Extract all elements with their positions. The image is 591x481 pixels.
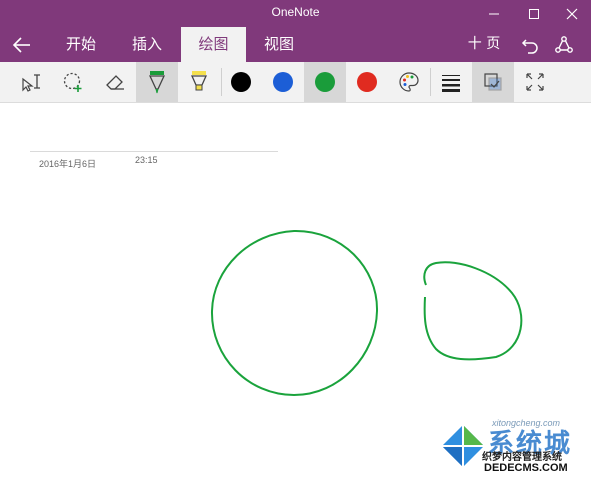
undo-icon[interactable] bbox=[519, 34, 541, 56]
green-color-swatch bbox=[315, 72, 335, 92]
blue-color-swatch bbox=[273, 72, 293, 92]
green-pen-icon bbox=[148, 71, 166, 94]
palette-icon bbox=[399, 72, 419, 92]
eraser-button[interactable] bbox=[94, 62, 136, 102]
maximize-button[interactable] bbox=[515, 0, 553, 27]
ink-blob-stroke[interactable] bbox=[423, 261, 523, 361]
back-arrow-icon[interactable] bbox=[11, 34, 33, 56]
line-thickness-button[interactable] bbox=[430, 62, 472, 102]
add-page-button[interactable]: 十 页 bbox=[462, 27, 506, 62]
ribbon-tab-bar: 开始 插入 绘图 视图 十 页 bbox=[0, 27, 591, 62]
fullscreen-button[interactable] bbox=[514, 62, 556, 102]
tab-draw[interactable]: 绘图 bbox=[181, 27, 246, 62]
close-button[interactable] bbox=[553, 0, 591, 27]
type-select-button[interactable] bbox=[10, 62, 52, 102]
sync-icon[interactable] bbox=[553, 34, 575, 56]
maximize-icon bbox=[529, 8, 539, 19]
minimize-icon bbox=[489, 13, 499, 14]
onenote-window: OneNote 开始 插入 绘图 视图 十 页 2016年1月6日 23:15 … bbox=[0, 0, 591, 481]
watermark: xitongcheng.com 系统城 织梦内容管理系统 DEDECMS.COM bbox=[438, 418, 588, 479]
color-green-button[interactable] bbox=[304, 62, 346, 102]
watermark-line1: 织梦内容管理系统 bbox=[482, 452, 562, 463]
color-red-button[interactable] bbox=[346, 62, 388, 102]
color-black-button[interactable] bbox=[220, 62, 262, 102]
color-blue-button[interactable] bbox=[262, 62, 304, 102]
draw-toolbar bbox=[0, 62, 591, 103]
highlighter-button[interactable] bbox=[178, 62, 220, 102]
note-canvas[interactable]: 2016年1月6日 23:15 xitongcheng.com 系统城 织梦内容… bbox=[0, 103, 591, 481]
ink-to-shape-icon bbox=[484, 73, 502, 91]
watermark-line2: DEDECMS.COM bbox=[484, 462, 568, 474]
ink-circle-stroke[interactable] bbox=[210, 229, 379, 397]
tab-view[interactable]: 视图 bbox=[250, 27, 308, 62]
fullscreen-icon bbox=[526, 73, 544, 91]
highlighter-icon bbox=[190, 71, 208, 91]
eraser-icon bbox=[106, 75, 124, 90]
black-color-swatch bbox=[231, 72, 251, 92]
red-color-swatch bbox=[357, 72, 377, 92]
ink-to-shape-button[interactable] bbox=[472, 62, 514, 102]
green-pen-button[interactable] bbox=[136, 62, 178, 102]
minimize-button[interactable] bbox=[475, 0, 513, 27]
tab-insert[interactable]: 插入 bbox=[118, 27, 176, 62]
tab-home[interactable]: 开始 bbox=[52, 27, 110, 62]
lasso-select-icon bbox=[63, 72, 82, 92]
lasso-select-button[interactable] bbox=[52, 62, 94, 102]
title-bar: OneNote bbox=[0, 0, 591, 27]
line-thickness-icon bbox=[442, 75, 460, 92]
more-colors-button[interactable] bbox=[388, 62, 430, 102]
watermark-logo-icon bbox=[442, 425, 484, 467]
type-select-icon bbox=[22, 74, 40, 92]
close-icon bbox=[566, 8, 578, 19]
